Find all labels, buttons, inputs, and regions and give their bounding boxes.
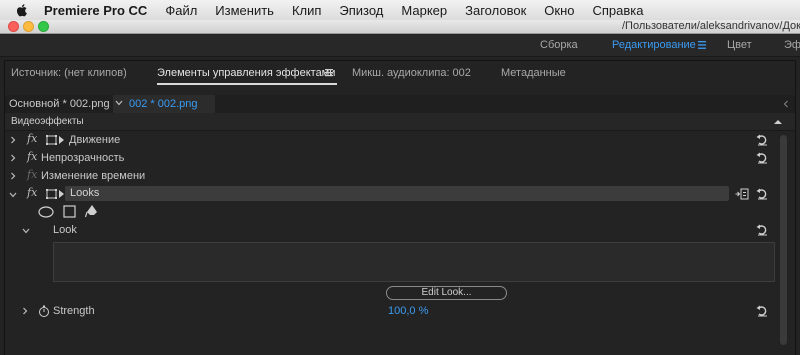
vertical-scrollbar[interactable]: [777, 131, 791, 355]
tab-metadata[interactable]: Метаданные: [501, 67, 566, 79]
effect-label-motion: Движение: [69, 134, 121, 146]
chevron-down-icon[interactable]: [22, 228, 30, 234]
fx-toggle: fx: [27, 168, 38, 181]
project-path: /Пользователи/aleksandrivanov/Доку: [622, 20, 800, 32]
tab-source[interactable]: Источник: (нет клипов): [11, 67, 127, 79]
app-name-menu[interactable]: Premiere Pro CC: [44, 3, 147, 18]
menu-title[interactable]: Заголовок: [465, 3, 526, 18]
master-clip-label[interactable]: Основной * 002.png: [9, 98, 110, 110]
hamburger-menu-icon[interactable]: [697, 40, 707, 50]
apple-icon[interactable]: [14, 2, 30, 18]
fx-toggle[interactable]: fx: [27, 132, 37, 145]
active-tab-indicator: [157, 83, 337, 85]
panel-menu-icon[interactable]: [324, 68, 334, 77]
close-window-button[interactable]: [8, 21, 19, 32]
reset-icon[interactable]: [756, 224, 768, 236]
timeline-toggle-icon[interactable]: [783, 100, 789, 108]
stopwatch-icon[interactable]: [38, 305, 50, 317]
strength-value[interactable]: 100,0 %: [388, 305, 428, 317]
reset-icon[interactable]: [756, 152, 768, 164]
workspace-assembly[interactable]: Сборка: [540, 39, 578, 51]
edit-look-button[interactable]: Edit Look...: [386, 286, 507, 300]
effect-row-motion[interactable]: fx Движение: [5, 131, 795, 149]
effects-list: Видеоэффекты fx Движение fx Непрозрачнос…: [5, 113, 795, 355]
chevron-down-icon[interactable]: [115, 100, 123, 106]
look-preview-box: [53, 242, 775, 282]
menu-marker[interactable]: Маркер: [401, 3, 447, 18]
chevron-right-icon[interactable]: [10, 136, 16, 144]
chevron-down-icon[interactable]: [9, 192, 17, 198]
menu-clip[interactable]: Клип: [292, 3, 321, 18]
ellipse-mask-icon[interactable]: [38, 206, 54, 218]
reset-icon[interactable]: [756, 305, 768, 317]
video-effects-header: Видеоэффекты: [5, 113, 795, 131]
effect-settings-icon[interactable]: [735, 188, 749, 200]
transform-icon[interactable]: [45, 134, 65, 146]
effect-label-time-remapping: Изменение времени: [41, 170, 146, 182]
mask-tools: [38, 203, 118, 221]
current-clip-label[interactable]: 002 * 002.png: [129, 98, 198, 110]
chevron-right-icon[interactable]: [10, 172, 16, 180]
menu-help[interactable]: Справка: [592, 3, 643, 18]
transform-icon[interactable]: [45, 188, 65, 200]
tab-audio-clip-mixer[interactable]: Микш. аудиоклипа: 002: [352, 67, 471, 79]
menu-edit[interactable]: Изменить: [215, 3, 274, 18]
chevron-right-icon[interactable]: [10, 154, 16, 162]
scrollbar-thumb[interactable]: [780, 135, 787, 345]
rectangle-mask-icon[interactable]: [63, 205, 76, 218]
minimize-window-button[interactable]: [23, 21, 34, 32]
workspace-editing[interactable]: Редактирование: [612, 39, 696, 51]
menu-sequence[interactable]: Эпизод: [339, 3, 383, 18]
effect-label-opacity: Непрозрачность: [41, 152, 125, 164]
chevron-right-icon[interactable]: [22, 307, 28, 315]
video-effects-title: Видеоэффекты: [11, 116, 84, 127]
reset-icon[interactable]: [756, 134, 768, 146]
reset-icon[interactable]: [756, 188, 768, 200]
effect-label-strength: Strength: [53, 305, 95, 317]
menu-bar: Premiere Pro CC Файл Изменить Клип Эпизо…: [0, 0, 800, 20]
workspace-bar: Сборка Редактирование Цвет Эф: [0, 35, 800, 57]
menu-file[interactable]: Файл: [165, 3, 197, 18]
chevron-up-icon[interactable]: [773, 119, 783, 125]
workspace-color[interactable]: Цвет: [727, 39, 752, 51]
pen-mask-icon[interactable]: [85, 204, 99, 218]
panel-tab-bar: Источник: (нет клипов) Элементы управлен…: [5, 61, 795, 85]
workspace-effects[interactable]: Эф: [784, 39, 800, 51]
effect-label-looks: Looks: [70, 187, 100, 199]
effect-row-strength[interactable]: Strength 100,0 %: [5, 302, 795, 320]
menu-window[interactable]: Окно: [544, 3, 574, 18]
effect-label-look: Look: [53, 224, 77, 236]
tab-effect-controls[interactable]: Элементы управления эффектами: [157, 67, 335, 79]
effect-controls-panel: Источник: (нет клипов) Элементы управлен…: [4, 60, 796, 355]
looks-effect-bar[interactable]: Looks: [65, 186, 729, 201]
effect-row-look[interactable]: Look: [5, 221, 795, 239]
clip-selector-row: Основной * 002.png 002 * 002.png: [5, 95, 795, 113]
fx-toggle[interactable]: fx: [27, 186, 37, 199]
window-title-bar: /Пользователи/aleksandrivanov/Доку: [0, 20, 800, 34]
effect-row-opacity[interactable]: fx Непрозрачность: [5, 149, 795, 167]
fx-toggle[interactable]: fx: [27, 150, 37, 163]
effect-row-looks[interactable]: fx Looks: [5, 185, 795, 203]
zoom-window-button[interactable]: [38, 21, 49, 32]
effect-row-time-remapping[interactable]: fx Изменение времени: [5, 167, 795, 185]
